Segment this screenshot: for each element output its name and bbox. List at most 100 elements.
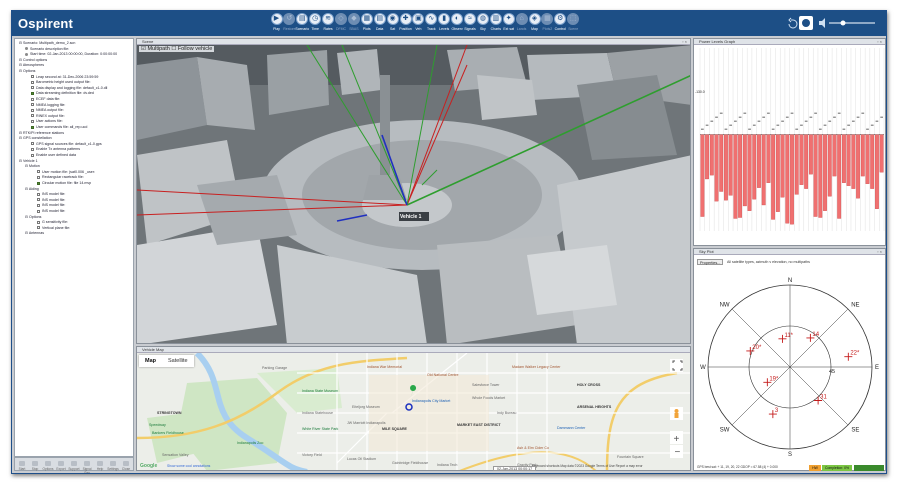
tree-checkbox[interactable] <box>31 119 34 123</box>
footer-button-stop[interactable]: Stop <box>29 461 41 471</box>
tree-item[interactable]: INS model file: <box>37 198 65 202</box>
zoom-out-button[interactable]: − <box>670 445 683 458</box>
tree-item[interactable]: ⊟ GPS constellation <box>19 136 52 140</box>
tree-checkbox[interactable] <box>31 114 34 118</box>
svg-text:−: − <box>675 447 681 458</box>
plots2-icon: ▦ <box>541 13 554 25</box>
panel-controls-icon[interactable]: ▫ × <box>877 39 882 45</box>
tree-item[interactable]: Data streaming definition file: dv.ded <box>31 91 94 95</box>
zoom-in-button[interactable]: + <box>670 431 683 445</box>
tree-item[interactable]: Data display and logging file: default_c… <box>31 86 107 90</box>
tree-item[interactable]: Circular motion file: file 14.mvp <box>37 181 91 185</box>
footer-button-options[interactable]: Options <box>42 461 54 471</box>
tree-item[interactable]: Vertical plane file: <box>37 226 70 230</box>
panel-controls-icon[interactable]: ▫ × <box>877 249 882 255</box>
tree-item[interactable]: ⊟ Aiding <box>25 187 39 191</box>
tree-item[interactable]: INS model file: <box>37 192 65 196</box>
tree-checkbox[interactable] <box>31 75 34 79</box>
footer-button-export[interactable]: Export <box>55 461 67 471</box>
tree-item[interactable]: ⊟ Motion <box>25 164 40 168</box>
tree-item[interactable]: ⊟ Scenario: Multipath_demo_2.scn <box>19 41 75 45</box>
tree-checkbox[interactable] <box>31 103 34 107</box>
tree-checkbox[interactable] <box>31 147 34 151</box>
map-canvas[interactable]: + − <box>137 353 691 471</box>
footer-button-close[interactable]: Close <box>120 461 132 471</box>
power-bar-marker <box>800 124 803 126</box>
footer-button-help[interactable]: Help <box>94 461 106 471</box>
time-icon: ◷ <box>309 13 322 25</box>
tree-item[interactable]: ⊟ Antennas <box>25 231 44 235</box>
tree-checkbox[interactable] <box>37 226 40 230</box>
fullscreen-icon[interactable] <box>670 359 683 372</box>
tree-item[interactable]: ⊟ Options <box>19 69 35 73</box>
tree-checkbox[interactable] <box>37 192 40 196</box>
map-label: Lucas Oil Stadium <box>347 457 377 461</box>
tree-checkbox[interactable] <box>31 125 34 129</box>
tree-item[interactable]: NMEA logging file: <box>31 103 65 107</box>
tree-item[interactable]: ⊟ Options <box>25 215 41 219</box>
tree-checkbox[interactable] <box>31 97 34 101</box>
follow-vehicle-label: Follow vehicle <box>177 46 213 52</box>
tree-checkbox[interactable] <box>31 153 34 157</box>
compass-label: SW <box>720 427 730 433</box>
tree-checkbox[interactable] <box>31 142 34 146</box>
tree-item[interactable]: ⊟ RTK/PI reference stations <box>19 131 64 135</box>
tree-item[interactable]: RINEX output file: <box>31 114 65 118</box>
footer-button-settings[interactable]: Settings <box>107 461 119 471</box>
tree-checkbox[interactable] <box>37 220 40 224</box>
power-bar <box>785 134 790 224</box>
footer-button-support[interactable]: Support <box>68 461 80 471</box>
vehicle-label: Vehicle 1 <box>400 214 422 220</box>
tree-item[interactable]: GPS signal sources file: default_c1-0.gp… <box>31 142 102 146</box>
undo-icon[interactable] <box>788 17 798 29</box>
tab-map[interactable]: Map <box>139 355 162 367</box>
tree-item[interactable]: ⊟ Control options <box>19 58 47 62</box>
tree-checkbox[interactable] <box>31 80 34 84</box>
power-bar-marker <box>818 128 822 130</box>
tree-footer-toolbar: Start Stop Options Export Support Signal Gen H… <box>14 457 134 473</box>
tree-item[interactable]: ⊟ Atmospheres <box>19 63 44 67</box>
tree-item[interactable]: User motion file: (sat0.006 _user: <box>37 170 95 174</box>
tree-item[interactable]: INS model file: <box>37 209 65 213</box>
record-button[interactable] <box>799 16 813 30</box>
tree-item[interactable]: Enable Tx antenna patterns <box>31 147 80 151</box>
tree-checkbox[interactable] <box>31 86 34 90</box>
tree-item[interactable]: Barometric height used output file: <box>31 80 91 84</box>
tree-item-label: Atmospheres <box>22 63 44 68</box>
tab-satellite[interactable]: Satellite <box>162 355 194 367</box>
tree-checkbox[interactable] <box>37 198 40 202</box>
tree-item[interactable]: INS model file: <box>37 203 65 207</box>
tree-item[interactable]: G sensitivity file: <box>37 220 68 224</box>
tree-item[interactable]: Rectangular racetrack file: <box>37 175 84 179</box>
power-bar <box>799 134 804 185</box>
tree-item[interactable]: Enable user defined data <box>31 153 76 157</box>
tree-item[interactable]: User actions file: <box>31 119 63 123</box>
tree-item[interactable]: ⊟ Vehicle 1 <box>19 159 38 163</box>
tree-item[interactable]: ECEF data file: <box>31 97 60 101</box>
satellite-label: 20* <box>752 345 762 351</box>
power-bar <box>738 134 743 218</box>
map-label: Whole Foods Market <box>472 396 506 400</box>
tree-checkbox[interactable] <box>37 203 40 207</box>
tree-item[interactable]: Start time: 02-Jan-2013 00:00:00, Durati… <box>25 52 117 56</box>
tree-item[interactable]: Scenario description file: <box>25 47 69 51</box>
tree-item[interactable]: Leap second at: 31-Dec-2006 23:59:59 <box>31 75 98 79</box>
tree-item[interactable]: NMEA output file: <box>31 108 64 112</box>
tree-item[interactable]: User commands file: all_rep.ucd <box>31 125 87 129</box>
volume-slider[interactable] <box>819 18 875 28</box>
map-annotation-link[interactable]: Show some cool annotations <box>167 464 210 468</box>
power-bar <box>771 134 776 220</box>
tree-checkbox[interactable] <box>37 170 40 174</box>
scene-3d-view[interactable] <box>137 45 691 344</box>
tree-checkbox[interactable] <box>37 181 40 185</box>
tree-checkbox[interactable] <box>37 175 40 179</box>
pegman-icon[interactable] <box>670 407 683 420</box>
tree-checkbox[interactable] <box>37 209 40 213</box>
rates-icon: ≋ <box>322 13 335 25</box>
footer-button-start[interactable]: Start <box>16 461 28 471</box>
tree-checkbox[interactable] <box>31 108 34 112</box>
toolbar-button-scene[interactable]: ⬚ Scene <box>566 13 581 31</box>
tree-checkbox[interactable] <box>31 91 34 95</box>
footer-button-signal-gen[interactable]: Signal Gen <box>81 461 93 473</box>
tree-item-label: Options <box>23 69 36 73</box>
